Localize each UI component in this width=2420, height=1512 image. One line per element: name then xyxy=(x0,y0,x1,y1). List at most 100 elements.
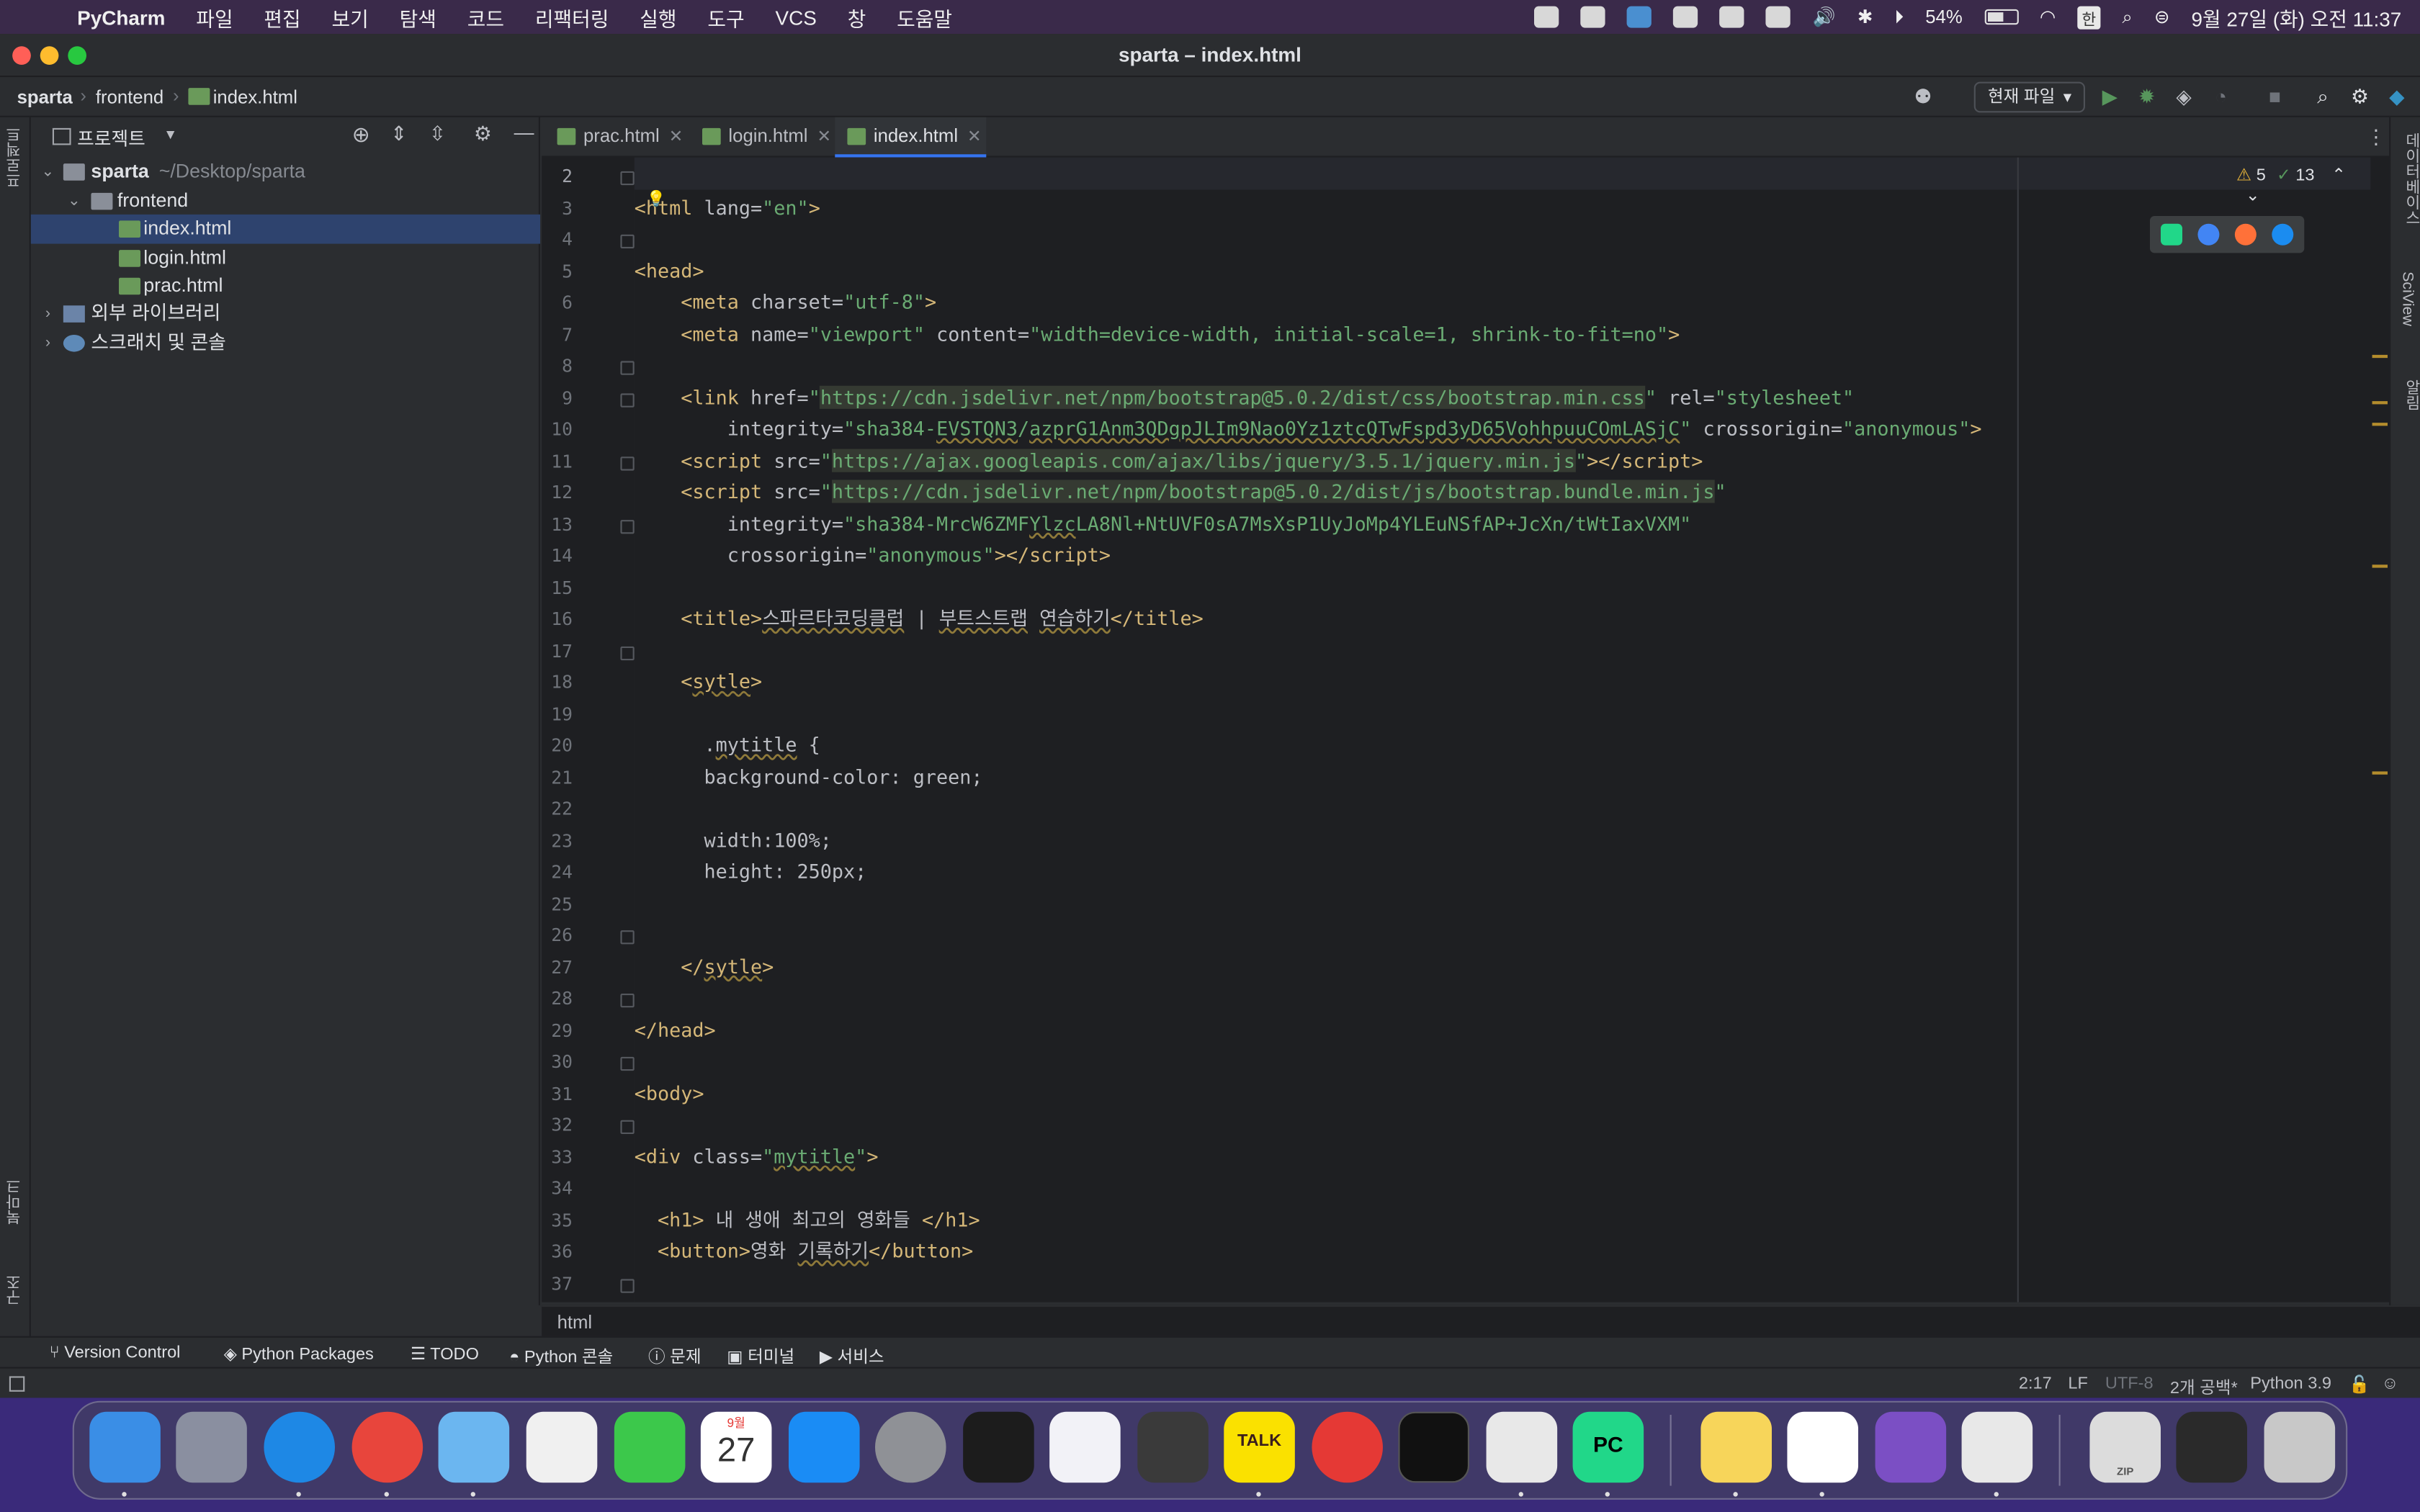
tool-problems[interactable]: ⓘ 문제 xyxy=(648,1344,702,1368)
menu-run[interactable]: 실행 xyxy=(640,2,676,32)
chevron-down-icon[interactable]: ▼ xyxy=(163,127,177,142)
code-content[interactable]: <html lang="en"> <head> <meta charset="u… xyxy=(635,161,1982,1302)
safari-icon[interactable] xyxy=(264,1411,335,1483)
fold-marker-icon[interactable] xyxy=(620,171,635,186)
app-store-icon[interactable] xyxy=(789,1411,860,1483)
system-preferences-icon[interactable] xyxy=(875,1411,946,1483)
chevron-up-icon[interactable]: ⌃ xyxy=(2331,166,2346,185)
caret-position[interactable]: 2:17 xyxy=(2019,1374,2052,1393)
fold-marker-icon[interactable] xyxy=(620,930,635,945)
collapse-all-icon[interactable]: ⇳ xyxy=(429,122,446,146)
gear-icon[interactable]: ⚙ xyxy=(2347,85,2372,109)
menu-view[interactable]: 보기 xyxy=(332,2,369,32)
wifi-icon[interactable]: ◠ xyxy=(2040,6,2056,28)
chevron-right-icon[interactable]: › xyxy=(39,300,58,329)
tool-terminal[interactable]: ▣ 터미널 xyxy=(727,1344,794,1368)
warning-mark[interactable] xyxy=(2372,401,2388,405)
menu-edit[interactable]: 편집 xyxy=(264,2,300,32)
inspection-indicators[interactable]: ⚠ 5 ✓ 13 ⌃ ⌄ xyxy=(2236,165,2370,205)
menu-refactor[interactable]: 리팩터링 xyxy=(535,2,609,32)
warning-mark[interactable] xyxy=(2372,354,2388,359)
database-tool-button[interactable]: 데이터베이스 xyxy=(2398,132,2420,225)
fold-marker-icon[interactable] xyxy=(620,1278,635,1292)
fold-marker-icon[interactable] xyxy=(620,456,635,470)
firefox-browser-icon[interactable] xyxy=(2234,223,2257,246)
notes-icon[interactable] xyxy=(1700,1411,1772,1483)
youtube-music-icon[interactable] xyxy=(1312,1411,1383,1483)
spotlight-icon[interactable]: ⌕ xyxy=(2122,6,2132,29)
battery-icon[interactable] xyxy=(1984,9,2018,25)
tree-item-prac-html[interactable]: prac.html xyxy=(31,271,540,301)
bluetooth-icon[interactable]: ✱ xyxy=(1857,6,1873,28)
tool-python-packages[interactable]: ◈ Python Packages xyxy=(224,1344,374,1364)
tab-index-html[interactable]: index.html ✕ xyxy=(835,117,987,158)
tab-prac-html[interactable]: prac.html ✕ xyxy=(544,117,688,158)
structure-tool-button[interactable]: 구조 xyxy=(4,1274,27,1305)
fold-marker-icon[interactable] xyxy=(620,519,635,534)
more-tabs-icon[interactable]: ⋮ xyxy=(2366,125,2386,150)
close-icon[interactable]: ✕ xyxy=(669,128,684,147)
volume-icon[interactable]: 🔊 xyxy=(1813,6,1836,28)
photos-icon[interactable] xyxy=(526,1411,598,1483)
lock-icon[interactable]: 🔓 xyxy=(2349,1374,2370,1395)
shield-status-icon[interactable] xyxy=(1627,6,1652,28)
minimize-panel-icon[interactable]: — xyxy=(514,120,534,143)
chevron-down-icon[interactable]: ⌄ xyxy=(65,186,84,216)
fold-marker-icon[interactable] xyxy=(620,361,635,375)
close-icon[interactable]: ✕ xyxy=(817,128,831,147)
menu-tools[interactable]: 도구 xyxy=(707,2,744,32)
tree-item-index-html[interactable]: index.html xyxy=(30,214,541,244)
kakaotalk-icon[interactable]: TALK xyxy=(1224,1411,1295,1483)
trash-icon[interactable] xyxy=(2264,1411,2336,1483)
fold-marker-icon[interactable] xyxy=(620,645,635,660)
toolbox-icon[interactable]: ◆ xyxy=(2385,85,2409,109)
fold-marker-icon[interactable] xyxy=(620,994,635,1008)
stop-icon[interactable]: ■ xyxy=(2262,85,2287,109)
kakao-status-icon[interactable] xyxy=(1720,6,1745,28)
warning-mark[interactable] xyxy=(2372,564,2388,568)
tool-windows-toggle-icon[interactable] xyxy=(9,1376,25,1392)
chrome-browser-icon[interactable] xyxy=(2197,223,2220,246)
garageband-icon[interactable] xyxy=(1137,1411,1209,1483)
indent-setting[interactable]: 2개 공백* xyxy=(2170,1374,2238,1399)
intention-bulb-icon[interactable]: 💡 xyxy=(647,192,666,209)
tool-services[interactable]: ▶ 서비스 xyxy=(820,1344,884,1368)
chrome-icon[interactable] xyxy=(351,1411,424,1483)
locate-icon[interactable]: ⊕ xyxy=(352,122,370,148)
facetime-icon[interactable] xyxy=(614,1411,686,1483)
voice-memos-icon[interactable] xyxy=(963,1411,1034,1483)
error-stripe[interactable] xyxy=(2370,157,2390,1302)
profile-icon[interactable]: ◔ xyxy=(2208,85,2233,109)
tree-item-frontend[interactable]: ⌄ frontend xyxy=(31,186,540,216)
chevron-down-icon[interactable]: ⌄ xyxy=(2246,186,2260,205)
face-icon[interactable]: ☺ xyxy=(2381,1374,2398,1393)
slack-icon[interactable] xyxy=(1787,1411,1858,1483)
screenshot-thumb-icon[interactable] xyxy=(2176,1411,2247,1483)
notifications-tool-button[interactable]: 알림 xyxy=(2398,379,2420,410)
run-config-select[interactable]: 현재 파일 ▼ xyxy=(1973,81,2085,113)
chat-status-icon[interactable] xyxy=(1673,6,1699,28)
nav-crumb-project[interactable]: sparta xyxy=(17,86,73,108)
chevron-down-icon[interactable]: ⌄ xyxy=(39,158,58,187)
line-separator[interactable]: LF xyxy=(2068,1374,2088,1393)
safari-browser-icon[interactable] xyxy=(2272,223,2294,246)
gear-icon[interactable]: ⚙ xyxy=(474,122,492,146)
project-panel-title[interactable]: 프로젝트 xyxy=(77,125,145,151)
nav-crumb-folder[interactable]: frontend xyxy=(96,86,163,108)
pycharm-icon[interactable]: PC xyxy=(1572,1411,1644,1483)
launchpad-icon[interactable] xyxy=(176,1411,247,1483)
coverage-icon[interactable]: ◈ xyxy=(2172,85,2196,109)
menu-help[interactable]: 도움말 xyxy=(897,2,952,32)
play-status-icon[interactable]: ⏵ xyxy=(1894,6,1904,29)
menu-app-name[interactable]: PyCharm xyxy=(77,6,165,29)
menu-window[interactable]: 창 xyxy=(848,2,866,32)
fold-marker-icon[interactable] xyxy=(620,392,635,407)
file-encoding[interactable]: UTF-8 xyxy=(2105,1374,2154,1393)
warning-mark[interactable] xyxy=(2372,423,2388,426)
control-center-icon[interactable]: ⊜ xyxy=(2154,6,2170,28)
tree-item-sparta[interactable]: ⌄ sparta ~/Desktop/sparta xyxy=(31,158,540,187)
search-icon[interactable]: ⌕ xyxy=(2311,85,2335,109)
sciview-tool-button[interactable]: SciView xyxy=(2398,271,2416,326)
project-tool-button[interactable]: 프로젝트 xyxy=(4,127,27,189)
tree-item-external-libraries[interactable]: › 외부 라이브러리 xyxy=(31,300,540,329)
